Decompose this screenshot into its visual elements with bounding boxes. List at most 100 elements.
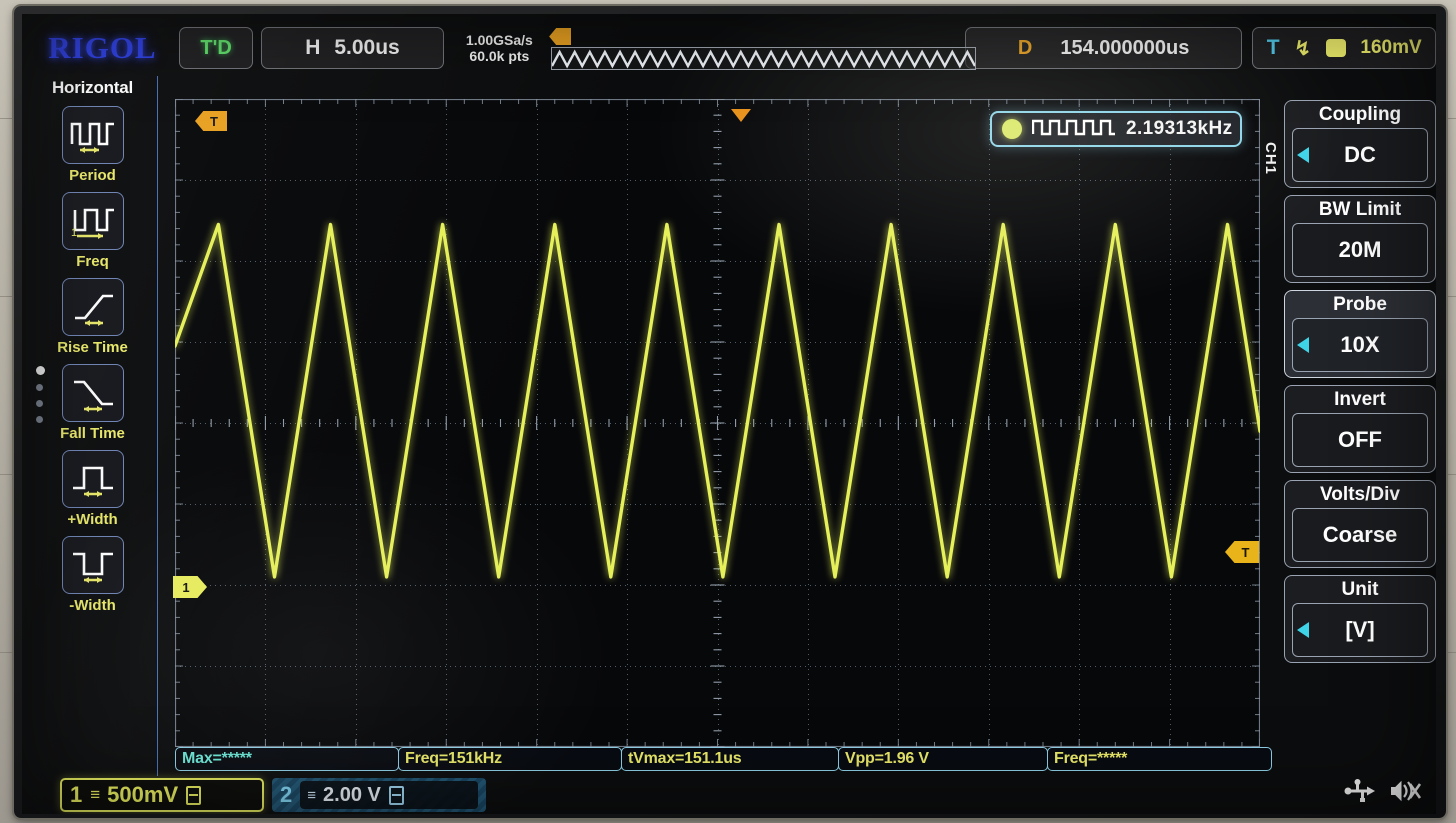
menu-group-bw-limit: BW Limit 20M: [1284, 195, 1436, 283]
menu-button-volts-div[interactable]: Coarse: [1292, 508, 1428, 562]
ch2-number: 2: [280, 782, 293, 807]
sidebar-item-fall-time[interactable]: Fall Time: [28, 364, 157, 442]
top-status-bar: RIGOL T'D H 5.00us 1.00GSa/s 60.0k pts D…: [22, 22, 1436, 74]
memory-depth-value: 60.0k pts: [469, 48, 530, 64]
menu-title-probe: Probe: [1333, 294, 1387, 315]
sample-rate-box: 1.00GSa/s 60.0k pts: [454, 32, 546, 64]
system-icons: [1344, 778, 1422, 809]
pulse-train-icon: [1031, 116, 1116, 143]
rising-edge-icon: ↯: [1294, 37, 1311, 60]
caret-left-icon: [1297, 147, 1309, 163]
menu-button-probe[interactable]: 10X: [1292, 318, 1428, 372]
sidebar-label-period: Period: [69, 167, 116, 184]
trigger-status-badge[interactable]: T'D: [178, 27, 254, 69]
ch2-volts-div: 2.00 V: [323, 783, 381, 806]
preview-left-arrow-icon[interactable]: [549, 28, 572, 45]
measurement-item[interactable]: Max=*****: [175, 747, 399, 771]
period-icon: [61, 106, 124, 164]
menu-value-probe: 10X: [1340, 332, 1380, 357]
menu-group-unit: Unit [V]: [1284, 575, 1436, 663]
counter-indicator-icon: [1002, 119, 1022, 139]
trigger-box[interactable]: T ↯ 160mV: [1252, 27, 1436, 69]
bandwidth-icon: [186, 785, 202, 805]
measurement-item[interactable]: tVmax=151.1us: [621, 747, 839, 771]
waveform-plot-area[interactable]: T 1 T 2.19313kHz: [173, 99, 1260, 747]
sidebar-item-freq[interactable]: 1 Freq: [28, 192, 157, 270]
trigger-position-pointer-icon[interactable]: [731, 109, 751, 122]
measurement-item[interactable]: Vpp=1.96 V: [838, 747, 1048, 771]
positive-width-icon: [61, 450, 124, 508]
ch2-status-chip[interactable]: 2 ≡ 2.00 V: [272, 778, 486, 812]
sidebar-item-rise-time[interactable]: Rise Time: [28, 278, 157, 356]
trigger-level-value: 160mV: [1360, 37, 1422, 58]
menu-group-probe: Probe 10X: [1284, 290, 1436, 378]
ch1-waveform-trace: [175, 222, 1260, 579]
negative-width-icon: [61, 536, 124, 594]
ch1-settings-menu: Coupling DC BW Limit 20M Probe 10X Inver…: [1284, 100, 1436, 776]
oscilloscope-screen: RIGOL T'D H 5.00us 1.00GSa/s 60.0k pts D…: [22, 14, 1436, 814]
bandwidth-icon: [388, 785, 404, 805]
page-dot-3[interactable]: [36, 400, 43, 407]
menu-group-invert: Invert OFF: [1284, 385, 1436, 473]
menu-value-volts-div: Coarse: [1322, 522, 1398, 547]
measurement-item[interactable]: Freq=*****: [1047, 747, 1272, 771]
sidebar-label-fall-time: Fall Time: [60, 425, 125, 442]
menu-value-invert: OFF: [1338, 427, 1382, 452]
timebase-box[interactable]: H 5.00us: [261, 27, 444, 69]
sidebar-label-positive-width: +Width: [67, 511, 118, 528]
sidebar-label-negative-width: -Width: [69, 597, 116, 614]
sidebar-label-rise-time: Rise Time: [57, 339, 128, 356]
dc-coupling-icon: ≡: [307, 786, 316, 804]
sidebar-item-positive-width[interactable]: +Width: [28, 450, 157, 528]
menu-value-bw-limit: 20M: [1338, 237, 1382, 262]
ch1-status-chip[interactable]: 1 ≡ 500mV: [60, 778, 264, 812]
sidebar-label-freq: Freq: [76, 253, 109, 270]
page-dot-2[interactable]: [36, 384, 43, 391]
dc-coupling-icon: ≡: [90, 785, 100, 804]
menu-button-coupling[interactable]: DC: [1292, 128, 1428, 182]
frequency-counter-badge[interactable]: 2.19313kHz: [990, 111, 1242, 147]
ch1-square-icon: [1325, 39, 1346, 57]
ch2-inner-chip: ≡ 2.00 V: [300, 781, 478, 809]
horizontal-icon: H: [305, 36, 321, 59]
svg-text:1: 1: [71, 227, 77, 239]
delay-value: 154.000000us: [1060, 36, 1190, 59]
menu-title-unit: Unit: [1341, 579, 1379, 600]
horizontal-measure-sidebar: Horizontal Period 1 Freq Rise Time Fall …: [28, 76, 158, 776]
menu-value-unit: [V]: [1345, 617, 1375, 642]
measurement-item[interactable]: Freq=151kHz: [398, 747, 622, 771]
delay-box[interactable]: D 154.000000us: [964, 27, 1243, 69]
menu-button-unit[interactable]: [V]: [1292, 603, 1428, 657]
menu-group-volts-div: Volts/Div Coarse: [1284, 480, 1436, 568]
waveform-preview-area[interactable]: [549, 25, 977, 71]
ch1-volts-div: 500mV: [107, 782, 179, 807]
menu-group-coupling: Coupling DC: [1284, 100, 1436, 188]
menu-title-bw-limit: BW Limit: [1318, 199, 1402, 220]
menu-title-coupling: Coupling: [1318, 104, 1402, 125]
measurement-results-bar: Max=***** Freq=151kHz tVmax=151.1us Vpp=…: [175, 747, 1280, 771]
preview-zigzag-icon: [552, 49, 976, 69]
sound-off-icon[interactable]: [1390, 778, 1422, 809]
menu-value-coupling: DC: [1344, 142, 1376, 167]
channel-tab-label: CH1: [1262, 142, 1279, 176]
timebase-value: 5.00us: [334, 36, 400, 59]
sidebar-item-negative-width[interactable]: -Width: [28, 536, 157, 614]
trigger-icon: T: [1266, 36, 1280, 59]
menu-title-volts-div: Volts/Div: [1320, 484, 1400, 505]
rise-time-icon: [61, 278, 124, 336]
channel-status-bar: 1 ≡ 500mV 2 ≡ 2.00 V: [22, 776, 1436, 814]
page-dot-4[interactable]: [36, 416, 43, 423]
waveform-preview-bar[interactable]: [551, 47, 977, 70]
ch1-number: 1: [70, 782, 83, 807]
sample-rate-value: 1.00GSa/s: [465, 32, 533, 48]
page-dot-1[interactable]: [36, 366, 45, 375]
sidebar-item-period[interactable]: Period: [28, 106, 157, 184]
menu-button-invert[interactable]: OFF: [1292, 413, 1428, 467]
frequency-counter-value: 2.19313kHz: [1126, 118, 1233, 139]
rigol-logo: RIGOL: [48, 30, 157, 65]
frequency-icon: 1: [61, 192, 124, 250]
menu-button-bw-limit[interactable]: 20M: [1292, 223, 1428, 277]
caret-left-icon: [1297, 622, 1309, 638]
usb-icon[interactable]: [1344, 778, 1376, 809]
sidebar-page-dots[interactable]: [36, 366, 45, 423]
